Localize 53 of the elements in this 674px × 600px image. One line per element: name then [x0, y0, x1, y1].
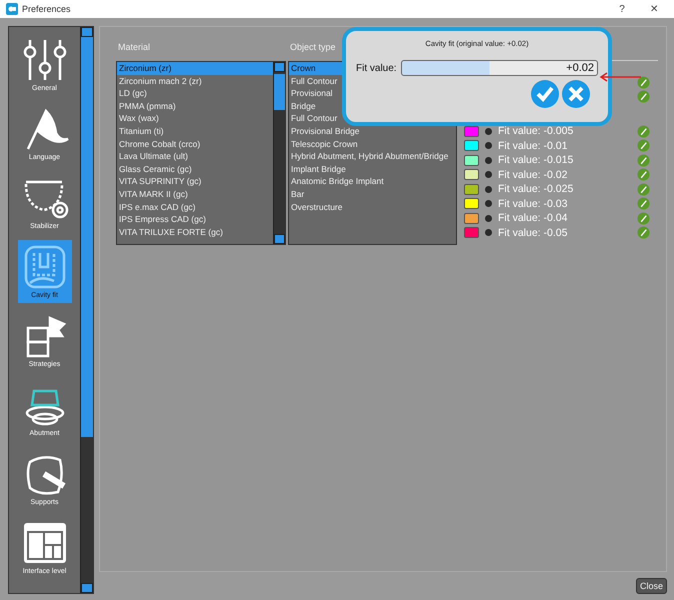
list-item[interactable]: Zirconium mach 2 (zr)	[117, 74, 273, 88]
list-item[interactable]: Telescopic Crown	[289, 138, 456, 150]
edit-pencil-icon[interactable]	[637, 226, 650, 240]
list-item[interactable]: LD (gc)	[117, 87, 273, 100]
scrollbar[interactable]	[80, 27, 93, 593]
help-button[interactable]: ?	[608, 4, 636, 14]
list-item[interactable]: Provisional Bridge	[289, 124, 456, 138]
field-label: Fit value:	[356, 62, 397, 74]
edit-pencil-icon[interactable]	[637, 90, 650, 104]
edit-pencil-icon[interactable]	[637, 139, 650, 152]
list-item[interactable]: Hybrid Abutment, Hybrid Abutment/Bridge	[289, 150, 456, 163]
edit-pencil-icon[interactable]	[637, 212, 650, 225]
window-title: Preferences	[22, 4, 71, 14]
list-item[interactable]: VITA SUPRINITY (gc)	[117, 175, 273, 188]
confirm-button[interactable]	[531, 80, 559, 108]
list-item[interactable]: Wax (wax)	[117, 112, 273, 125]
close-button[interactable]: ✕	[640, 3, 668, 15]
fit-value-field[interactable]: +0.02	[400, 60, 598, 76]
list-item[interactable]: PMMA (pmma)	[117, 100, 273, 112]
list-item[interactable]: Anatomic Bridge Implant	[289, 175, 456, 188]
fit-value-label: Fit value: -0.04	[498, 212, 568, 224]
fit-value-label: Fit value: -0.02	[498, 168, 568, 181]
fit-value-label: Fit value: -0.025	[498, 183, 574, 196]
list-item[interactable]: Zirconium (zr)	[117, 62, 273, 75]
edit-pencil-icon[interactable]	[637, 168, 650, 182]
list-item[interactable]: IPS e.max CAD (gc)	[117, 200, 273, 214]
app-logo-icon	[6, 3, 18, 15]
column-heading: Object type	[289, 42, 336, 54]
list-item[interactable]: Titanium (ti)	[117, 124, 273, 138]
list-item[interactable]: Chrome Cobalt (crco)	[117, 138, 273, 150]
scrollbar[interactable]	[273, 62, 285, 244]
list-item[interactable]: Lava Ultimate (ult)	[117, 150, 273, 163]
edit-pencil-icon[interactable]	[637, 124, 650, 138]
fit-value-label: Fit value: -0.015	[498, 154, 574, 166]
pointer-arrow	[599, 72, 641, 82]
list-item[interactable]: IPS Empress CAD (gc)	[117, 213, 273, 226]
edit-pencil-icon[interactable]	[637, 197, 650, 210]
list-item[interactable]: Implant Bridge	[289, 162, 456, 176]
fit-value-label: Fit value: -0.05	[498, 226, 568, 239]
list-item[interactable]: VITA TRILUXE FORTE (gc)	[117, 226, 273, 238]
fit-value-label: Fit value: -0.005	[498, 125, 574, 138]
fit-value-label: Fit value: -0.01	[498, 140, 568, 152]
list-item[interactable]: Bar	[289, 188, 456, 201]
fit-value-label: Fit value: -0.03	[498, 198, 568, 210]
edit-pencil-icon[interactable]	[637, 182, 650, 196]
list-item[interactable]: Overstructure	[289, 200, 456, 214]
edit-pencil-icon[interactable]	[637, 76, 650, 89]
list-item[interactable]: Glass Ceramic (gc)	[117, 162, 273, 176]
edit-pencil-icon[interactable]	[637, 154, 650, 167]
column-heading: Material	[117, 42, 150, 54]
cancel-button[interactable]	[562, 80, 590, 108]
list-item[interactable]: VITA MARK II (gc)	[117, 188, 273, 201]
close-button[interactable]: Close	[636, 578, 667, 594]
